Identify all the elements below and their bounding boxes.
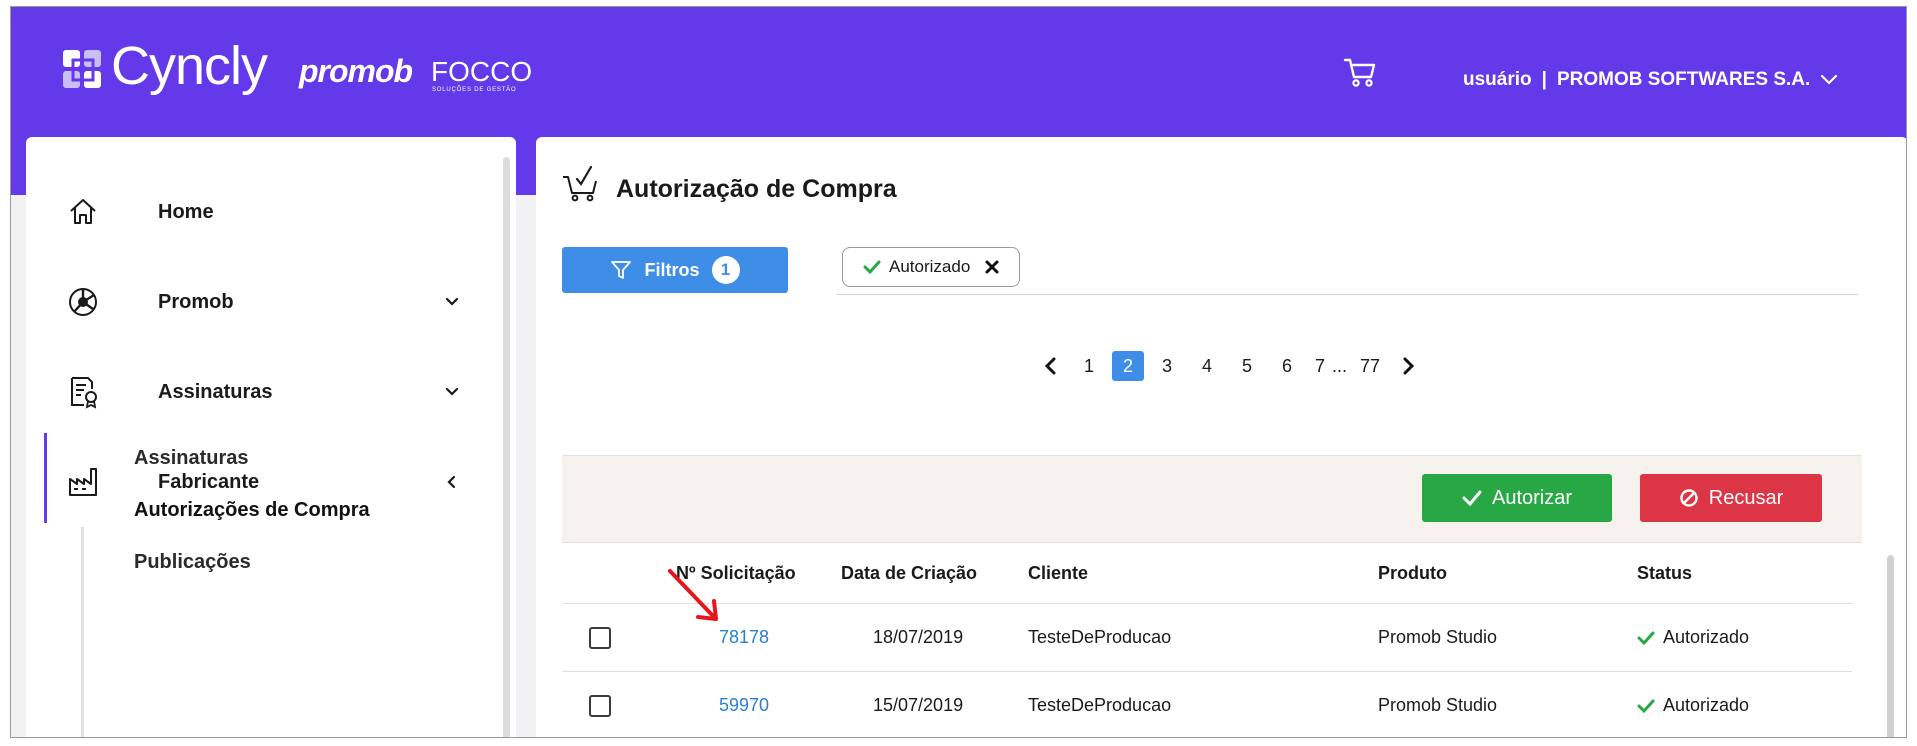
sidebar-item-assinaturas[interactable]: Assinaturas bbox=[46, 362, 486, 422]
cyncly-logo-icon bbox=[63, 50, 101, 88]
pagination-prev[interactable] bbox=[1036, 351, 1066, 381]
active-filter-label: Autorizado bbox=[889, 257, 971, 276]
chevron-down-icon bbox=[445, 387, 459, 396]
client-name: TesteDeProducao bbox=[1028, 695, 1172, 715]
promob-icon bbox=[69, 288, 97, 316]
home-icon bbox=[70, 199, 96, 224]
refuse-button[interactable]: Recusar bbox=[1640, 474, 1822, 522]
submenu-item-autorizacoes-de-compra[interactable]: Autorizações de Compra bbox=[134, 499, 370, 522]
table-header-divider bbox=[562, 603, 1852, 604]
status-cell: Autorizado bbox=[1637, 627, 1749, 648]
factory-icon bbox=[69, 468, 97, 496]
sidebar-item-label: Assinaturas bbox=[158, 380, 273, 403]
chevron-left-icon bbox=[1044, 357, 1056, 375]
active-filter-chip: Autorizado bbox=[842, 247, 1020, 287]
chevron-right-icon bbox=[1403, 357, 1415, 375]
product-name: Promob Studio bbox=[1378, 627, 1498, 647]
refuse-button-label: Recusar bbox=[1708, 486, 1784, 509]
chevron-down-icon bbox=[445, 297, 459, 306]
filter-divider bbox=[836, 294, 1858, 295]
brand-focco-subtitle: SOLUÇÕES DE GESTÃO bbox=[432, 87, 517, 93]
page-title: Autorização de Compra bbox=[616, 175, 897, 203]
chevron-left-icon bbox=[447, 475, 456, 489]
sidebar-scrollbar[interactable] bbox=[503, 157, 510, 737]
column-header-created[interactable]: Data de Criação bbox=[841, 563, 977, 584]
pagination-page-4[interactable]: 4 bbox=[1190, 351, 1224, 381]
submenu-guide-line bbox=[81, 527, 84, 737]
document-certificate-icon bbox=[71, 377, 97, 409]
sidebar: Home Promob Assinaturas Fabricante bbox=[26, 137, 516, 737]
check-icon bbox=[1462, 490, 1482, 507]
bulk-action-bar: Autorizar Recusar bbox=[562, 455, 1862, 543]
column-header-client[interactable]: Cliente bbox=[1028, 563, 1088, 584]
cart-icon[interactable] bbox=[1343, 55, 1377, 89]
authorize-button-label: Autorizar bbox=[1491, 486, 1573, 509]
check-icon bbox=[1637, 631, 1655, 645]
filters-button-label: Filtros bbox=[644, 259, 700, 280]
cart-check-icon bbox=[563, 165, 597, 202]
check-icon bbox=[1637, 699, 1655, 713]
pagination-page-1[interactable]: 1 bbox=[1072, 351, 1106, 381]
filters-button[interactable]: Filtros 1 bbox=[562, 247, 788, 293]
pagination-page-2[interactable]: 2 bbox=[1112, 351, 1144, 381]
client-name: TesteDeProducao bbox=[1028, 627, 1172, 647]
column-header-product[interactable]: Produto bbox=[1378, 563, 1447, 584]
row-checkbox[interactable] bbox=[589, 695, 611, 717]
pagination-next[interactable] bbox=[1393, 351, 1423, 381]
filter-icon bbox=[611, 261, 632, 279]
check-icon bbox=[863, 260, 881, 275]
created-date: 15/07/2019 bbox=[873, 695, 964, 715]
status-text: Autorizado bbox=[1663, 695, 1750, 715]
row-divider bbox=[562, 671, 1852, 672]
created-date: 18/07/2019 bbox=[873, 627, 964, 647]
pagination-page-7[interactable]: 7 bbox=[1310, 351, 1330, 381]
brand-cyncly: Cyncly bbox=[111, 36, 268, 96]
ban-icon bbox=[1680, 489, 1698, 507]
company-name: PROMOB SOFTWARES S.A. bbox=[1556, 69, 1811, 90]
user-menu[interactable]: usuário | PROMOB SOFTWARES S.A. bbox=[1463, 69, 1838, 91]
user-label: usuário bbox=[1463, 69, 1532, 90]
status-cell: Autorizado bbox=[1637, 695, 1749, 716]
pagination-page-5[interactable]: 5 bbox=[1230, 351, 1264, 381]
pagination-page-6[interactable]: 6 bbox=[1270, 351, 1304, 381]
submenu-item-publicacoes[interactable]: Publicações bbox=[134, 551, 251, 574]
chevron-down-icon bbox=[1821, 74, 1838, 85]
brand-focco: FOCCO bbox=[431, 56, 533, 87]
pagination-ellipsis: ... bbox=[1332, 355, 1348, 376]
pagination-page-3[interactable]: 3 bbox=[1150, 351, 1184, 381]
remove-filter-icon[interactable] bbox=[984, 259, 1000, 275]
product-name: Promob Studio bbox=[1378, 695, 1498, 715]
request-number-link[interactable]: 59970 bbox=[719, 695, 769, 716]
sidebar-item-label: Home bbox=[158, 200, 214, 223]
sidebar-item-home[interactable]: Home bbox=[46, 182, 486, 242]
sidebar-item-promob[interactable]: Promob bbox=[46, 272, 486, 332]
row-checkbox[interactable] bbox=[589, 627, 611, 649]
main-panel: Autorização de Compra Filtros 1 Autoriza… bbox=[536, 137, 1906, 737]
column-header-status[interactable]: Status bbox=[1637, 563, 1692, 584]
request-number-link[interactable]: 78178 bbox=[719, 627, 769, 648]
app-window: Cyncly promob FOCCO SOLUÇÕES DE GESTÃO u… bbox=[10, 6, 1907, 738]
user-separator: | bbox=[1541, 69, 1547, 90]
authorize-button[interactable]: Autorizar bbox=[1422, 474, 1612, 522]
filters-count-badge: 1 bbox=[711, 256, 740, 284]
table-scrollbar[interactable] bbox=[1887, 555, 1894, 737]
pagination-page-last[interactable]: 77 bbox=[1353, 351, 1387, 381]
sidebar-item-label: Promob bbox=[158, 290, 234, 313]
pagination: 1 2 3 4 5 6 7 ... 77 bbox=[1036, 349, 1423, 383]
brand-promob: promob bbox=[299, 53, 413, 89]
status-text: Autorizado bbox=[1663, 627, 1750, 647]
sidebar-active-indicator bbox=[44, 433, 47, 523]
sidebar-item-label: Fabricante bbox=[158, 470, 260, 493]
annotation-arrow-icon bbox=[668, 569, 718, 621]
submenu-item-assinaturas[interactable]: Assinaturas bbox=[134, 447, 249, 470]
